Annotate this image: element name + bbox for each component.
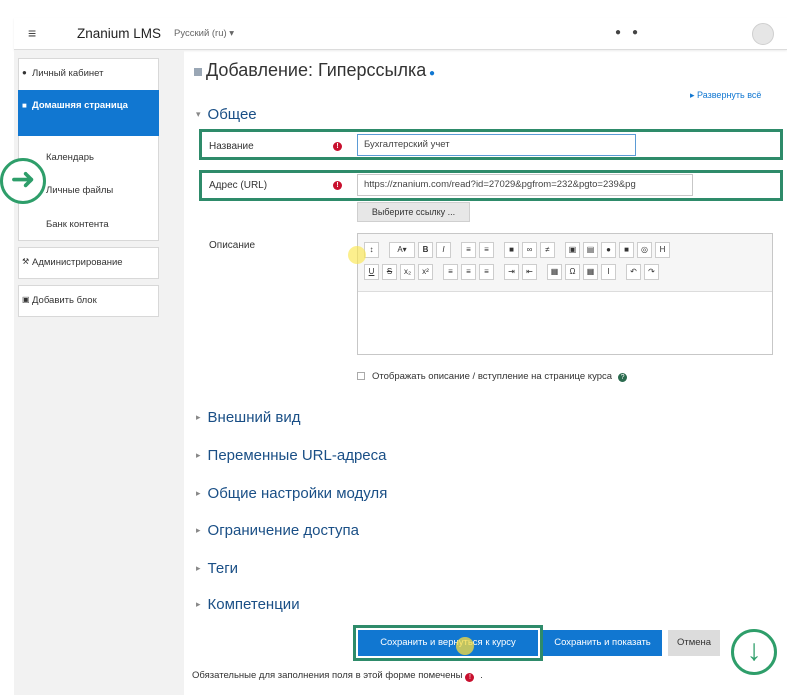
description-label: Описание	[209, 240, 256, 251]
sidebar-item-label: Банк контента	[46, 219, 109, 230]
align-right-icon[interactable]: ≡	[479, 264, 494, 280]
media-icon[interactable]: ▤	[583, 242, 598, 258]
wrench-icon: ⚒	[22, 257, 30, 266]
table-icon[interactable]: ▦	[583, 264, 598, 280]
equation-icon[interactable]: ▦	[547, 264, 562, 280]
required-icon: !	[333, 181, 342, 190]
editor-toolbar: ↕ A▾ B I ≡ ≡ ■ ∞ ≠ ▣ ▤ ● ■ ◎ H U S x₂ x²…	[358, 234, 772, 292]
italic-icon[interactable]: I	[436, 242, 451, 258]
font-size-icon[interactable]: A▾	[389, 242, 415, 258]
url-input[interactable]: https://znanium.com/read?id=27029&pgfrom…	[357, 174, 693, 196]
microphone-icon[interactable]: ●	[601, 242, 616, 258]
align-center-icon[interactable]: ≡	[461, 264, 476, 280]
save-and-show-button[interactable]: Сохранить и показать	[543, 630, 662, 656]
show-description-checkbox[interactable]	[357, 372, 365, 380]
underline-icon[interactable]: U	[364, 264, 379, 280]
avatar[interactable]	[752, 23, 774, 45]
superscript-icon[interactable]: x²	[418, 264, 433, 280]
cursor-highlight	[348, 246, 366, 264]
chevron-down-icon: ▾	[196, 109, 201, 119]
section-appearance[interactable]: ▸ Внешний вид	[196, 409, 301, 426]
save-button-highlight	[353, 625, 543, 661]
unlink-icon[interactable]: ≠	[540, 242, 555, 258]
video-icon[interactable]: ■	[619, 242, 634, 258]
bullet-list-icon[interactable]: ≡	[461, 242, 476, 258]
choose-link-button[interactable]: Выберите ссылку ...	[357, 202, 470, 222]
undo-icon[interactable]: ↶	[626, 264, 641, 280]
sidebar-item-dashboard[interactable]: ● Личный кабинет	[18, 68, 159, 84]
sidebar-item-label: Календарь	[46, 152, 94, 163]
section-competencies[interactable]: ▸ Компетенции	[196, 596, 300, 613]
align-left-icon[interactable]: ≡	[443, 264, 458, 280]
chevron-right-icon: ▸	[196, 488, 201, 498]
sidebar-nav-group	[18, 58, 159, 241]
chevron-right-icon: ▸	[196, 563, 201, 573]
section-tags[interactable]: ▸ Теги	[196, 560, 238, 577]
site-brand[interactable]: Znanium LMS	[77, 26, 161, 41]
sidebar-item-label: Администрирование	[32, 257, 123, 268]
url-label: Адрес (URL)	[209, 180, 268, 191]
numbered-list-icon[interactable]: ≡	[479, 242, 494, 258]
description-editor[interactable]: ↕ A▾ B I ≡ ≡ ■ ∞ ≠ ▣ ▤ ● ■ ◎ H U S x₂ x²…	[357, 233, 773, 355]
sidebar-item-home[interactable]: ■ Домашняя страница	[18, 90, 159, 136]
h5p-icon[interactable]: H	[655, 242, 670, 258]
section-module-settings[interactable]: ▸ Общие настройки модуля	[196, 485, 387, 502]
image-icon[interactable]: ▣	[565, 242, 580, 258]
sidebar-item-add-block[interactable]: ▣ Добавить блок	[18, 295, 159, 311]
arrow-down-icon[interactable]: ↓	[731, 629, 777, 675]
chevron-right-icon: ▸	[196, 525, 201, 535]
sidebar-item-admin[interactable]: ⚒ Администрирование	[18, 257, 159, 273]
sidebar-item-label: Домашняя страница	[32, 100, 128, 111]
bold-icon[interactable]: B	[418, 242, 433, 258]
page-root: ≡ Znanium LMS Русский (ru) ▾ ● ● ▼ ● Лич…	[0, 0, 787, 695]
section-url-variables[interactable]: ▸ Переменные URL-адреса	[196, 447, 386, 464]
cancel-button[interactable]: Отмена	[668, 630, 720, 656]
sidebar-item-label: Добавить блок	[32, 295, 97, 306]
editor-toolbar-row-2: U S x₂ x² ≡ ≡ ≡ ⇥ ⇤ ▦ Ω ▦ I ↶ ↷	[364, 264, 659, 280]
help-icon[interactable]: ?	[618, 373, 628, 382]
chat-icon[interactable]: ●	[632, 27, 638, 38]
name-label: Название	[209, 141, 254, 152]
plus-square-icon: ▣	[22, 295, 30, 304]
chevron-right-icon: ▸	[196, 599, 201, 609]
strikethrough-icon[interactable]: S	[382, 264, 397, 280]
page-title: Добавление: Гиперссылка ●	[206, 60, 436, 80]
bell-icon[interactable]: ●	[615, 27, 621, 38]
outdent-icon[interactable]: ⇤	[522, 264, 537, 280]
required-icon: !	[465, 673, 475, 682]
dashboard-icon: ●	[22, 68, 27, 77]
help-icon[interactable]: ●	[426, 68, 435, 79]
sidebar-item-label: Личный кабинет	[32, 68, 104, 79]
expand-all-link[interactable]: ▸ Развернуть всё	[690, 90, 761, 101]
image-insert-icon[interactable]: ■	[504, 242, 519, 258]
special-char-icon[interactable]: Ω	[565, 264, 580, 280]
link-icon[interactable]: ∞	[522, 242, 537, 258]
cursor-highlight	[456, 637, 474, 655]
language-menu[interactable]: Русский (ru) ▾	[174, 28, 234, 39]
required-icon: !	[333, 142, 342, 151]
clear-formatting-icon[interactable]: I	[601, 264, 616, 280]
chevron-right-icon: ▸	[196, 412, 201, 422]
menu-icon[interactable]: ≡	[28, 25, 36, 41]
chevron-right-icon: ▸	[196, 450, 201, 460]
toolbar-toggle-icon[interactable]: ↕	[364, 242, 379, 258]
editor-toolbar-row-1: ↕ A▾ B I ≡ ≡ ■ ∞ ≠ ▣ ▤ ● ■ ◎ H	[364, 242, 670, 258]
required-fields-note: Обязательные для заполнения поля в этой …	[192, 670, 483, 682]
home-icon: ■	[22, 101, 27, 110]
top-navbar: ≡ Znanium LMS Русский (ru) ▾ ● ● ▼	[14, 18, 787, 50]
show-description-row[interactable]: Отображать описание / вступление на стра…	[357, 371, 628, 382]
redo-icon[interactable]: ↷	[644, 264, 659, 280]
sidebar-item-content-bank[interactable]: Банк контента	[18, 219, 159, 235]
sidebar-item-label: Личные файлы	[46, 185, 114, 196]
subscript-icon[interactable]: x₂	[400, 264, 415, 280]
section-access-restrictions[interactable]: ▸ Ограничение доступа	[196, 522, 359, 539]
manage-files-icon[interactable]: ◎	[637, 242, 652, 258]
arrow-right-icon[interactable]: ➜	[0, 158, 46, 204]
url-module-icon	[194, 68, 202, 76]
section-general[interactable]: ▾ Общее	[196, 106, 257, 123]
name-input[interactable]: Бухгалтерский учет	[357, 134, 636, 156]
indent-icon[interactable]: ⇥	[504, 264, 519, 280]
